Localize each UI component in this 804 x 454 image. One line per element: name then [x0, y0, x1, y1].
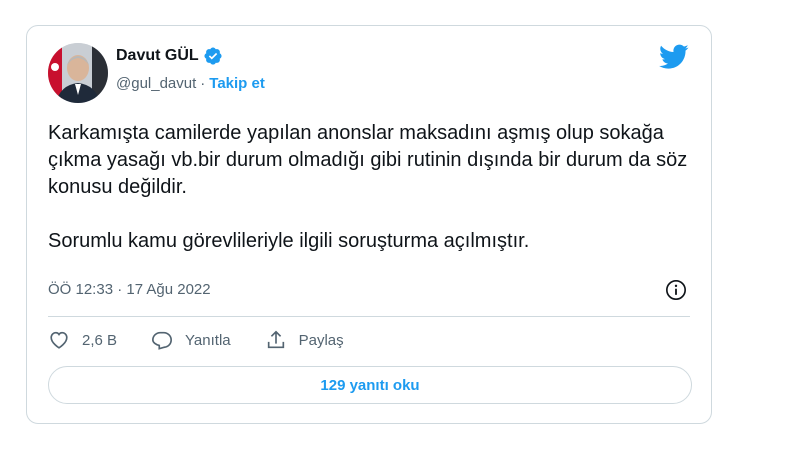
- verified-badge-icon: [204, 47, 222, 65]
- author-name[interactable]: Davut GÜL: [116, 47, 199, 65]
- twitter-bird-icon[interactable]: [659, 44, 689, 70]
- avatar-image: [48, 43, 108, 103]
- heart-icon: [50, 331, 68, 349]
- avatar[interactable]: [48, 43, 108, 103]
- info-icon[interactable]: [665, 279, 687, 301]
- divider: [48, 316, 690, 317]
- author-handle[interactable]: @gul_davut: [116, 75, 196, 92]
- tweet-timestamp[interactable]: ÖÖ 12:33 · 17 Ağu 2022: [48, 281, 211, 298]
- follow-link[interactable]: Takip et: [209, 75, 265, 92]
- reply-icon: [152, 331, 173, 350]
- reply-button[interactable]: Yanıtla: [151, 329, 231, 351]
- tweet-text: Karkamışta camilerde yapılan anonslar ma…: [48, 120, 688, 255]
- like-count: 2,6 B: [82, 331, 118, 349]
- reply-label: Yanıtla: [185, 331, 231, 349]
- share-label: Paylaş: [298, 331, 344, 349]
- tweet-card: Davut GÜL @gul_davut · Takip et Karkamış…: [26, 25, 712, 424]
- share-button[interactable]: Paylaş: [265, 329, 344, 351]
- author-name-row: Davut GÜL: [116, 46, 223, 66]
- separator-dot: ·: [200, 75, 206, 92]
- like-button[interactable]: 2,6 B: [48, 329, 117, 351]
- tweet-paragraph-2: Sorumlu kamu görevlileriyle ilgili soruş…: [48, 230, 530, 252]
- author-handle-row: @gul_davut · Takip et: [116, 75, 265, 92]
- action-bar: 2,6 B Yanıtla Paylaş: [48, 329, 378, 351]
- read-replies-button[interactable]: 129 yanıtı oku: [48, 366, 692, 404]
- tweet-paragraph-1: Karkamışta camilerde yapılan anonslar ma…: [48, 122, 688, 198]
- share-icon: [267, 330, 284, 349]
